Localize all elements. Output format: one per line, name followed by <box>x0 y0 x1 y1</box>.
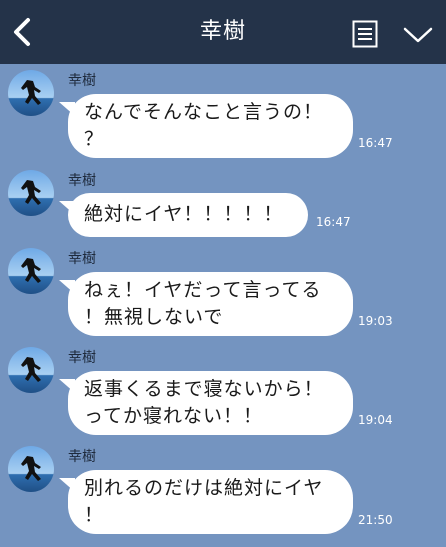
avatar[interactable] <box>8 170 54 216</box>
bubble-tail <box>59 280 75 294</box>
chevron-down-icon[interactable] <box>402 24 434 46</box>
avatar[interactable] <box>8 347 54 393</box>
message-bubble[interactable]: なんでそんなこと言うの！ ？ <box>59 94 353 158</box>
bubble-tail <box>59 478 75 492</box>
message-time: 16:47 <box>316 215 351 229</box>
notes-icon[interactable] <box>352 20 378 48</box>
chat-header: 幸樹 <box>0 0 446 64</box>
chat-title: 幸樹 <box>199 19 246 44</box>
message-bubble[interactable]: 返事くるまで寝ないから！ ってか寝れない！！ <box>59 371 353 435</box>
sender-name: 幸樹 <box>68 251 96 267</box>
message-bubble[interactable]: 絶対にイヤ！！！！！ <box>59 193 308 237</box>
message-time: 16:47 <box>358 136 393 150</box>
sender-name: 幸樹 <box>68 73 96 89</box>
message-time: 19:03 <box>358 314 393 328</box>
bubble-tail <box>59 201 75 215</box>
message-text: ねぇ！イヤだって言ってる ！無視しないで <box>84 279 322 328</box>
sender-name: 幸樹 <box>68 173 96 189</box>
message-bubble[interactable]: 別れるのだけは絶対にイヤ ！ <box>59 470 353 534</box>
message-text: 別れるのだけは絶対にイヤ ！ <box>84 477 324 526</box>
message-time: 19:04 <box>358 413 393 427</box>
avatar[interactable] <box>8 70 54 116</box>
message-text: 絶対にイヤ！！！！！ <box>84 203 284 225</box>
message-text: 返事くるまで寝ないから！ ってか寝れない！！ <box>84 378 324 427</box>
avatar[interactable] <box>8 446 54 492</box>
message-time: 21:50 <box>358 513 393 527</box>
bubble-tail <box>59 102 75 116</box>
sender-name: 幸樹 <box>68 449 96 465</box>
avatar[interactable] <box>8 248 54 294</box>
message-bubble[interactable]: ねぇ！イヤだって言ってる ！無視しないで <box>59 272 353 336</box>
message-text: なんでそんなこと言うの！ ？ <box>84 101 324 150</box>
sender-name: 幸樹 <box>68 350 96 366</box>
bubble-tail <box>59 379 75 393</box>
